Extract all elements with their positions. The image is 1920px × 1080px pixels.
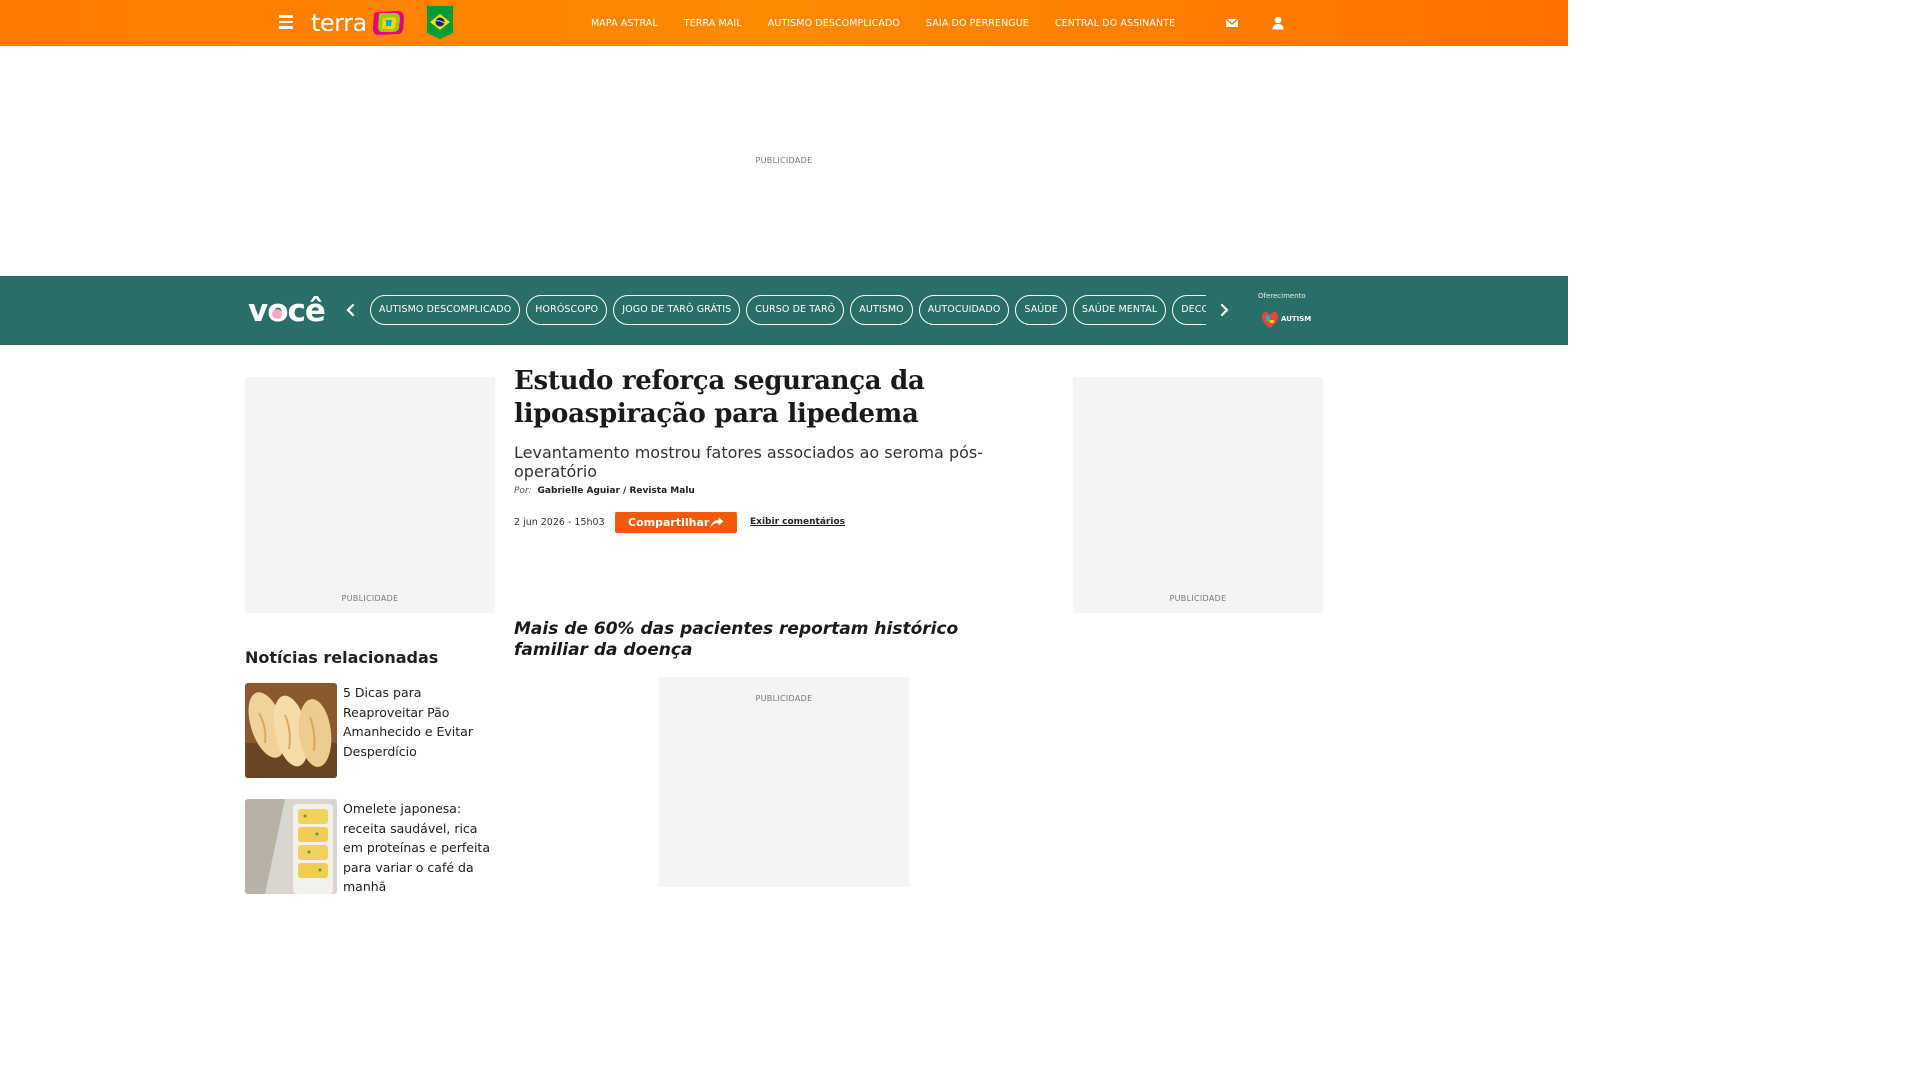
- article-byline: Por: Gabrielle Aguiar / Revista Malu: [514, 486, 695, 496]
- terra-logo[interactable]: terra: [311, 8, 405, 38]
- hamburger-menu-icon[interactable]: [279, 15, 293, 29]
- ad-label: PUBLICIDADE: [1169, 594, 1227, 603]
- byline-prefix: Por:: [514, 486, 532, 496]
- brazil-flag-icon[interactable]: [427, 6, 453, 39]
- top-nav: MAPA ASTRAL TERRA MAIL AUTISMO DESCOMPLI…: [591, 0, 1201, 46]
- share-button-label: Compartilhar: [628, 516, 710, 529]
- related-news-headline: Omelete japonesa: receita saudável, rica…: [343, 801, 490, 894]
- nav-link-autismo-descomplicado[interactable]: AUTISMO DESCOMPLICADO: [768, 18, 900, 29]
- chip-autocuidado[interactable]: AUTOCUIDADO: [918, 295, 1010, 325]
- top-ad-slot: PUBLICIDADE: [0, 46, 1568, 276]
- ad-label: PUBLICIDADE: [755, 156, 813, 165]
- right-ad-slot: PUBLICIDADE: [1073, 377, 1323, 613]
- related-news-item[interactable]: Omelete japonesa: receita saudável, rica…: [245, 799, 497, 895]
- inline-ad-slot: PUBLICIDADE: [659, 677, 909, 887]
- related-news-headline: 5 Dicas para Reaproveitar Pão Amanhecido…: [343, 685, 473, 759]
- nav-link-mapa-astral[interactable]: MAPA ASTRAL: [591, 18, 658, 29]
- sponsor-logo-text: AUTISMO: [1281, 315, 1311, 323]
- chevron-left-icon[interactable]: [344, 302, 358, 318]
- related-news-title: Notícias relacionadas: [245, 648, 439, 667]
- chip-saude-mental[interactable]: SAÚDE MENTAL: [1072, 295, 1167, 325]
- sponsor-label: Oferecimento: [1258, 292, 1306, 300]
- chip-autismo[interactable]: AUTISMO: [850, 295, 913, 325]
- show-comments-link[interactable]: Exibir comentários: [750, 517, 845, 527]
- nav-link-central-do-assinante[interactable]: CENTRAL DO ASSINANTE: [1055, 18, 1175, 29]
- share-arrow-icon: [710, 517, 724, 528]
- related-news-thumbnail-bread: [245, 683, 337, 778]
- user-icon[interactable]: [1270, 15, 1286, 31]
- ad-label: PUBLICIDADE: [341, 594, 399, 603]
- related-news-thumbnail-omelet: [245, 799, 337, 894]
- chevron-right-icon[interactable]: [1217, 302, 1231, 318]
- article-headline: Estudo reforça segurança da lipoaspiraçã…: [514, 366, 925, 429]
- byline-author[interactable]: Gabrielle Aguiar / Revista Malu: [538, 486, 695, 496]
- voce-logo[interactable]: você: [247, 290, 331, 328]
- nav-link-terra-mail[interactable]: TERRA MAIL: [684, 18, 742, 29]
- chip-jogo-de-taro[interactable]: JOGO DE TARÔ GRÁTIS: [613, 295, 741, 325]
- terra-logo-blob-icon: [372, 11, 404, 35]
- chip-curso-de-taro[interactable]: CURSO DE TARÔ: [746, 295, 845, 325]
- terra-logo-text: terra: [311, 9, 367, 37]
- related-news-item[interactable]: 5 Dicas para Reaproveitar Pão Amanhecido…: [245, 683, 497, 779]
- chip-horoscopo[interactable]: HORÓSCOPO: [526, 295, 608, 325]
- section-chips: AUTISMO DESCOMPLICADO HORÓSCOPO JOGO DE TA…: [370, 295, 1206, 327]
- article-section-heading: Mais de 60% das pacientes reportam histó…: [514, 619, 959, 660]
- voce-logo-text: você: [248, 293, 325, 328]
- chip-decoracao[interactable]: DECORAÇÃO: [1172, 295, 1206, 325]
- share-button[interactable]: Compartilhar: [615, 512, 737, 533]
- article-date: 2 jun 2026 - 15h03: [514, 517, 605, 528]
- chip-autismo-descomplicado[interactable]: AUTISMO DESCOMPLICADO: [370, 295, 521, 325]
- nav-link-saia-do-perrengue[interactable]: SAIA DO PERRENGUE: [926, 18, 1029, 29]
- top-header: terra MAPA ASTRAL TERRA MAIL AUTISMO DES…: [0, 0, 1568, 46]
- left-ad-slot: PUBLICIDADE: [245, 377, 495, 613]
- sponsor-logo[interactable]: AUTISMO: [1259, 308, 1311, 330]
- ad-label: PUBLICIDADE: [755, 694, 813, 703]
- mail-icon[interactable]: [1224, 15, 1240, 31]
- article-subtitle: Levantamento mostrou fatores associados …: [514, 443, 983, 481]
- chip-saude[interactable]: SAÚDE: [1015, 295, 1067, 325]
